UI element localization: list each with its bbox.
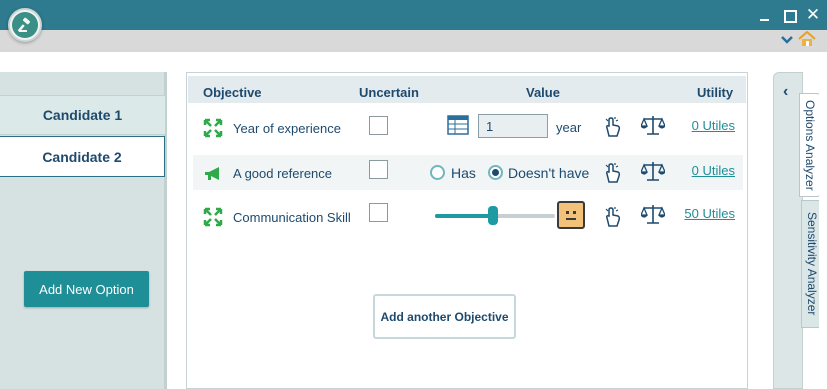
objective-header: Objective: [203, 85, 262, 100]
gavel-icon: [17, 17, 31, 33]
megaphone-icon: [205, 167, 219, 180]
uncertain-header: Uncertain: [359, 85, 419, 100]
chevron-down-icon[interactable]: [780, 33, 794, 47]
candidate-tab-2[interactable]: Candidate 2: [0, 136, 165, 177]
table-icon[interactable]: [447, 115, 469, 135]
objective-row-good-reference: A good reference Has Doesn't have 0 Util…: [193, 155, 743, 190]
utility-link[interactable]: 50 Utiles: [684, 206, 735, 221]
slider-fill: [435, 214, 493, 218]
utility-link[interactable]: 0 Utiles: [692, 118, 735, 133]
window-edge: [819, 72, 827, 389]
balance-scale-icon[interactable]: [641, 204, 665, 224]
uncertain-checkbox[interactable]: [369, 160, 388, 179]
balance-scale-icon[interactable]: [641, 161, 665, 181]
utility-link[interactable]: 0 Utiles: [692, 163, 735, 178]
objective-row-communication-skill: Communication Skill 50 Utiles: [193, 198, 743, 233]
candidate-tab-1[interactable]: Candidate 1: [0, 95, 165, 135]
objective-label[interactable]: A good reference: [233, 166, 332, 181]
maximize-button[interactable]: [780, 6, 798, 24]
objective-label[interactable]: Year of experience: [233, 121, 341, 136]
candidate-sidebar: Candidate 1 Candidate 2 Add New Option: [0, 72, 167, 389]
collapse-chevron-icon[interactable]: ‹: [783, 83, 788, 101]
tap-hand-icon[interactable]: [602, 161, 622, 183]
title-bar: ✕: [0, 0, 827, 30]
tap-hand-icon[interactable]: [602, 205, 622, 227]
objectives-panel: Objective Uncertain Value Utility Year o…: [186, 72, 748, 389]
home-icon[interactable]: [798, 31, 816, 47]
uncertain-checkbox[interactable]: [369, 203, 388, 222]
objective-label[interactable]: Communication Skill: [233, 210, 351, 225]
tab-options-analyzer[interactable]: Options Analyzer: [799, 93, 821, 197]
minimize-button[interactable]: [756, 6, 774, 24]
table-header: Objective Uncertain Value Utility: [188, 76, 746, 103]
radio-doesnt-have-label: Doesn't have: [508, 165, 590, 181]
radio-doesnt-have[interactable]: [488, 165, 503, 180]
uncertain-checkbox[interactable]: [369, 116, 388, 135]
close-button[interactable]: ✕: [804, 6, 822, 24]
toolbar: [0, 30, 827, 50]
expand-arrows-icon: [203, 207, 223, 227]
tap-hand-icon[interactable]: [602, 115, 622, 137]
year-unit-label: year: [556, 120, 582, 135]
add-another-objective-button[interactable]: Add another Objective: [373, 294, 516, 339]
skill-slider[interactable]: [435, 206, 555, 225]
years-input[interactable]: 1: [478, 114, 548, 138]
app-logo[interactable]: [8, 8, 42, 42]
add-new-option-button[interactable]: Add New Option: [24, 271, 149, 307]
balance-scale-icon[interactable]: [641, 115, 665, 135]
value-header: Value: [526, 85, 560, 100]
radio-has-label: Has: [451, 165, 476, 181]
neutral-face-icon: [557, 201, 585, 229]
expand-arrows-icon: [203, 118, 223, 138]
objective-row-year-of-experience: Year of experience 1 year 0 Utiles: [193, 109, 743, 144]
radio-has[interactable]: [430, 165, 445, 180]
slider-thumb[interactable]: [488, 206, 498, 225]
utility-header: Utility: [697, 85, 734, 100]
